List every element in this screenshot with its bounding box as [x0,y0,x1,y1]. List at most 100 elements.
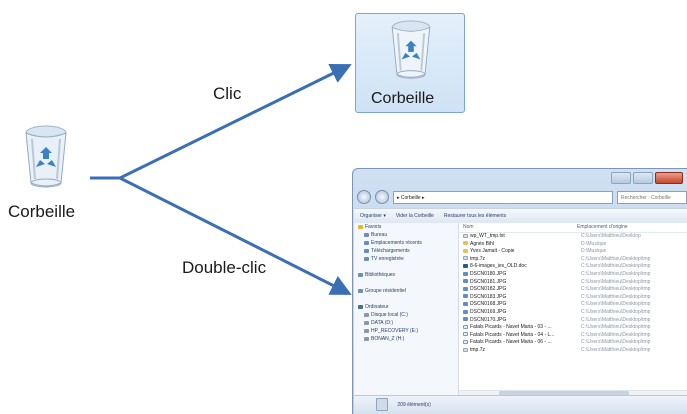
restore-all-button[interactable]: Restaurer tous les éléments [444,209,506,223]
window-controls [611,172,683,184]
nav-item[interactable]: Bibliothèques [354,271,458,279]
file-row[interactable]: 8-6-images_ies_OLD.doc C:\Users\Matthieu\… [459,263,687,271]
folder-icon [364,240,369,245]
file-name: DSCN0180.JPG [470,270,507,277]
file-name: Fatals Picards - Navet Maria - 03 - ... [470,324,552,331]
nav-item[interactable]: DATA (D:) [354,319,458,327]
nav-item-label: Disque local (C:) [371,312,408,318]
img-file-icon [463,294,468,299]
file-name: tmp.7z [470,255,486,262]
nav-item-label: Téléchargements [371,248,410,254]
nav-item-label: Emplacements récents [371,240,422,246]
file-row[interactable]: DSCN0181.JPG C:\Users\Matthieu\Desktop\tm… [459,279,687,287]
file-origin: C:\Users\Matthieu\Desktop\tmp [581,331,651,338]
file-name-cell: DSCN0180.JPG [459,271,577,279]
file-name: DSCN0169.JPG [470,308,507,315]
file-name-cell: DSCN0168.JPG [459,301,577,309]
file-row[interactable]: DSCN0180.JPG C:\Users\Matthieu\Desktop\tm… [459,271,687,279]
file-row[interactable]: Fatals Picards - Navet Maria - 06 - ... C… [459,339,687,347]
nav-item[interactable]: Groupe résidentiel [354,287,458,295]
file-row[interactable]: DSCN0182.JPG C:\Users\Matthieu\Desktop\tm… [459,286,687,294]
folder-file-icon [463,241,468,246]
drive-icon [364,336,369,341]
file-origin: C:\Users\Matthieu\Desktop\tmp [581,255,651,262]
img-file-icon [463,302,468,307]
file-name-cell: DSCN0182.JPG [459,286,577,294]
column-name[interactable]: Nom [459,223,573,232]
nav-item[interactable]: Emplacements récents [354,239,458,247]
file-row[interactable]: Fatals Picards - Navet Maria - 03 - ... C… [459,324,687,332]
recycle-bin-small-icon [376,398,388,412]
organize-button[interactable]: Organiser ▾ [360,209,386,223]
nav-item[interactable]: BONAN_Z (H:) [354,335,458,343]
file-row[interactable]: DSCN0170.JPG C:\Users\Matthieu\Desktop\tm… [459,317,687,325]
maximize-button[interactable] [633,172,653,184]
file-row[interactable]: Agnès Bihl D:\Musique [459,241,687,249]
file-row[interactable]: Yves Jamait - Copie D:\Musique [459,248,687,256]
file-name: DSCN0170.JPG [470,316,507,323]
file-row[interactable]: tmp.7z C:\Users\Matthieu\Desktop\tmp [459,347,687,355]
recycle-bin-icon [391,20,431,79]
nav-item[interactable]: TV enregistrée [354,255,458,263]
file-name: DSCN0168.JPG [470,301,507,308]
file-row[interactable]: DSCN0183.JPG C:\Users\Matthieu\Desktop\tm… [459,294,687,302]
folder-icon [364,232,369,237]
txt-file-icon [463,256,468,261]
txt-file-icon [463,233,468,238]
file-name-cell: DSCN0181.JPG [459,279,577,287]
file-name: Agnès Bihl [470,240,494,247]
file-row[interactable]: tmp.7z C:\Users\Matthieu\Desktop\tmp [459,256,687,264]
nav-item[interactable]: Ordinateur [354,303,458,311]
nav-item[interactable]: Bureau [354,231,458,239]
file-row[interactable]: DSCN0168.JPG C:\Users\Matthieu\Desktop\tm… [459,301,687,309]
file-origin: C:\Users\Matthieu\Desktop\tmp [581,301,651,308]
nav-item-label: Favoris [365,224,382,230]
file-name-cell: DSCN0170.JPG [459,317,577,325]
nav-item[interactable]: Téléchargements [354,247,458,255]
column-origin[interactable]: Emplacement d'origine [573,223,628,232]
file-origin: C:\Users\Matthieu\Desktop\tmp [581,278,651,285]
empty-recycle-bin-button[interactable]: Vider la Corbeille [396,209,434,223]
search-input[interactable]: Rechercher : Corbeille [617,190,687,204]
nav-item-label: Groupe résidentiel [365,288,406,294]
file-origin: D:\Musique [581,240,607,247]
file-name: DSCN0183.JPG [470,293,507,300]
minimize-button[interactable] [611,172,631,184]
file-row[interactable]: wp_WT_tmp.txt C:\Users\Matthieu\Desktop [459,233,687,241]
nav-item-label: BONAN_Z (H:) [371,336,405,342]
address-row: ▸ Corbeille ▸ Rechercher : Corbeille [357,189,687,205]
file-origin: C:\Users\Matthieu\Desktop\tmp [581,270,651,277]
mp3-file-icon [463,324,468,329]
navigation-pane: Favoris Bureau Emplacements récents Télécha… [354,223,459,396]
file-row[interactable]: DSCN0169.JPG C:\Users\Matthieu\Desktop\tm… [459,309,687,317]
close-button[interactable] [655,172,683,184]
folder-icon [358,272,363,277]
file-origin: C:\Users\Matthieu\Desktop\tmp [581,324,651,331]
file-origin: C:\Users\Matthieu\Desktop\tmp [581,263,651,270]
recycle-bin-explorer-window: ▸ Corbeille ▸ Rechercher : Corbeille Org… [352,168,687,414]
forward-button[interactable] [375,190,389,204]
command-bar: Organiser ▾ Vider la Corbeille Restaurer… [354,208,687,224]
selected-recycle-bin[interactable]: Corbeille [355,13,465,113]
nav-item[interactable]: HP_RECOVERY (E:) [354,327,458,335]
file-name-cell: Agnès Bihl [459,241,577,249]
drive-icon [364,312,369,317]
file-name-cell: wp_WT_tmp.txt [459,233,577,241]
file-list: Nom Emplacement d'origine wp_WT_tmp.txt C… [459,223,687,396]
back-button[interactable] [357,190,371,204]
desktop-recycle-bin[interactable] [14,123,78,196]
nav-item[interactable]: Disque local (C:) [354,311,458,319]
file-name-cell: tmp.7z [459,347,577,355]
column-headers: Nom Emplacement d'origine [459,223,687,233]
address-bar[interactable]: ▸ Corbeille ▸ [393,190,613,204]
file-origin: C:\Users\Matthieu\Desktop [581,233,641,239]
file-origin: C:\Users\Matthieu\Desktop\tmp [581,316,651,323]
file-origin: D:\Musique [581,248,607,255]
file-origin: C:\Users\Matthieu\Desktop\tmp [581,308,651,315]
file-row[interactable]: Fatals Picards - Navet Maria - 04 - L...… [459,332,687,340]
star-icon [358,224,363,229]
nav-item[interactable]: Favoris [354,223,458,231]
file-name-cell: Fatals Picards - Navet Maria - 03 - ... [459,324,577,332]
click-label: Clic [213,84,242,103]
file-name-cell: 8-6-images_ies_OLD.doc [459,263,577,271]
